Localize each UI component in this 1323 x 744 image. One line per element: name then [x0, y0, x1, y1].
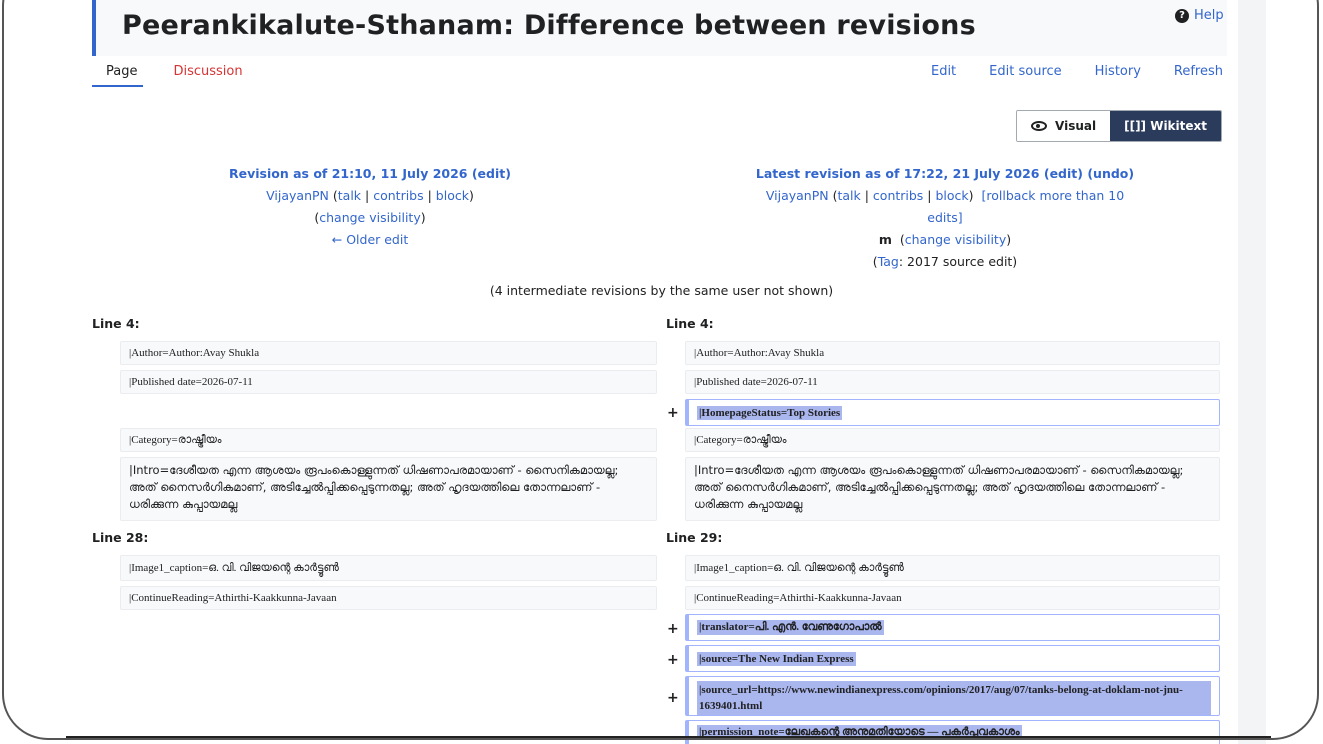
old-author-text: |Author=Author:Avay Shukla	[129, 347, 260, 359]
added-translator-text: |translator=പി. എൻ. വേണുഗോപാൽ	[697, 620, 884, 635]
diff-mode-switch: Visual [[]] Wikitext	[1016, 110, 1223, 142]
added-source-url-text: |source_url=https://www.newindianexpress…	[697, 681, 1211, 715]
new-continue-text: |ContinueReading=Athirthi-Kaakkunna-Java…	[694, 592, 902, 604]
new-author-text: |Author=Author:Avay Shukla	[694, 347, 825, 359]
visual-diff-button[interactable]: Visual	[1017, 111, 1111, 141]
new-line-header-2: Line 29:	[666, 530, 723, 545]
added-source-line: |source=The New Indian Express	[685, 645, 1220, 672]
added-translator-line: |translator=പി. എൻ. വേണുഗോപാൽ	[685, 614, 1220, 641]
old-author-line: |Author=Author:Avay Shukla	[120, 341, 657, 365]
new-intro-text: |Intro=ദേശീയത എന്ന ആശയം രൂപംകൊള്ളുന്നത് …	[694, 463, 1184, 511]
eye-icon	[1031, 121, 1047, 131]
new-talk-link[interactable]: talk	[837, 188, 860, 203]
wikitext-label: [[]] Wikitext	[1124, 119, 1208, 133]
old-contribs-link[interactable]: contribs	[373, 188, 423, 203]
tab-discussion[interactable]: Discussion	[173, 64, 242, 87]
old-edit-link[interactable]: (edit)	[472, 166, 511, 181]
help-link[interactable]: ? Help	[1175, 8, 1224, 23]
old-line-header: Line 4:	[92, 316, 140, 331]
wikitext-diff-button[interactable]: [[]] Wikitext	[1110, 111, 1222, 141]
page-frame: Peerankikalute-Sthanam: Difference betwe…	[0, 0, 1323, 744]
old-published-line: |Published date=2026-07-11	[120, 370, 657, 394]
tab-page[interactable]: Page	[92, 64, 144, 87]
help-icon: ?	[1175, 8, 1189, 23]
visual-label: Visual	[1055, 119, 1097, 133]
tab-edit-source[interactable]: Edit source	[989, 64, 1061, 79]
added-line-marker: +	[667, 690, 679, 706]
added-permission-line: |permission_note=ലേഖകന്റെ അനുമതിയോടെ — പ…	[685, 720, 1220, 744]
tab-edit[interactable]: Edit	[931, 64, 956, 79]
intermediate-revisions-note: (4 intermediate revisions by the same us…	[489, 283, 834, 298]
new-revision-header: Latest revision as of 17:22, 21 July 202…	[755, 166, 1135, 269]
minor-edit-marker: m	[878, 232, 892, 247]
new-author-line: |Author=Author:Avay Shukla	[685, 341, 1220, 365]
old-block-link[interactable]: block	[436, 188, 469, 203]
added-homepage-text: |HomepageStatus=Top Stories	[697, 405, 843, 420]
namespace-tabs: Page Discussion	[92, 64, 243, 87]
added-source-url-line: |source_url=https://www.newindianexpress…	[685, 676, 1220, 716]
older-edit-link[interactable]: ← Older edit	[332, 232, 409, 247]
tag-link[interactable]: Tag	[878, 254, 899, 269]
new-published-text: |Published date=2026-07-11	[694, 376, 818, 388]
new-contribs-link[interactable]: contribs	[873, 188, 923, 203]
new-line-header: Line 4:	[666, 316, 714, 331]
old-intro-line: |Intro=ദേശീയത എന്ന ആശയം രൂപംകൊള്ളുന്നത് …	[120, 457, 657, 521]
old-category-line: |Category=രാഷ്ട്രീയം	[120, 428, 657, 452]
old-revision-header: Revision as of 21:10, 11 July 2026 (edit…	[229, 166, 511, 247]
undo-link[interactable]: (undo)	[1087, 166, 1134, 181]
added-homepage-line: |HomepageStatus=Top Stories	[685, 399, 1220, 426]
old-visibility-link[interactable]: change visibility	[319, 210, 420, 225]
old-user-link[interactable]: VijayanPN	[266, 188, 329, 203]
new-edit-link[interactable]: (edit)	[1044, 166, 1083, 181]
bottom-border	[66, 736, 1271, 738]
tab-refresh[interactable]: Refresh	[1174, 64, 1223, 79]
page-title: Peerankikalute-Sthanam: Difference betwe…	[122, 10, 976, 41]
added-line-marker: +	[667, 405, 679, 421]
old-talk-link[interactable]: talk	[338, 188, 361, 203]
new-continue-line: |ContinueReading=Athirthi-Kaakkunna-Java…	[685, 586, 1220, 610]
old-caption-text: |Image1_caption=ഒ. വി. വിജയന്റെ കാർട്ടൂൺ	[129, 561, 339, 574]
new-user-link[interactable]: VijayanPN	[766, 188, 829, 203]
new-revision-link[interactable]: Latest revision as of 17:22, 21 July 202…	[756, 166, 1040, 181]
old-continue-text: |ContinueReading=Athirthi-Kaakkunna-Java…	[129, 592, 337, 604]
new-block-link[interactable]: block	[936, 188, 969, 203]
new-caption-line: |Image1_caption=ഒ. വി. വിജയന്റെ കാർട്ടൂൺ	[685, 555, 1220, 581]
right-scroll-area	[1238, 0, 1266, 744]
new-intro-line: |Intro=ദേശീയത എന്ന ആശയം രൂപംകൊള്ളുന്നത് …	[685, 457, 1220, 521]
old-published-text: |Published date=2026-07-11	[129, 376, 253, 388]
new-category-text: |Category=രാഷ്ട്രീയം	[694, 433, 787, 446]
new-published-line: |Published date=2026-07-11	[685, 370, 1220, 394]
view-tabs: Edit Edit source History Refresh	[931, 64, 1223, 79]
old-category-text: |Category=രാഷ്ട്രീയം	[129, 433, 222, 446]
added-line-marker: +	[667, 652, 679, 668]
tag-value: : 2017 source edit)	[898, 254, 1018, 269]
old-continue-line: |ContinueReading=Athirthi-Kaakkunna-Java…	[120, 586, 657, 610]
new-category-line: |Category=രാഷ്ട്രീയം	[685, 428, 1220, 452]
added-source-text: |source=The New Indian Express	[697, 651, 856, 666]
new-caption-text: |Image1_caption=ഒ. വി. വിജയന്റെ കാർട്ടൂൺ	[694, 561, 904, 574]
help-label: Help	[1194, 8, 1224, 23]
old-line-header-2: Line 28:	[92, 530, 149, 545]
old-intro-text: |Intro=ദേശീയത എന്ന ആശയം രൂപംകൊള്ളുന്നത് …	[129, 463, 619, 511]
new-visibility-link[interactable]: change visibility	[905, 232, 1006, 247]
added-line-marker: +	[667, 621, 679, 637]
tab-history[interactable]: History	[1095, 64, 1141, 79]
old-revision-link[interactable]: Revision as of 21:10, 11 July 2026	[229, 166, 467, 181]
old-caption-line: |Image1_caption=ഒ. വി. വിജയന്റെ കാർട്ടൂൺ	[120, 555, 657, 581]
